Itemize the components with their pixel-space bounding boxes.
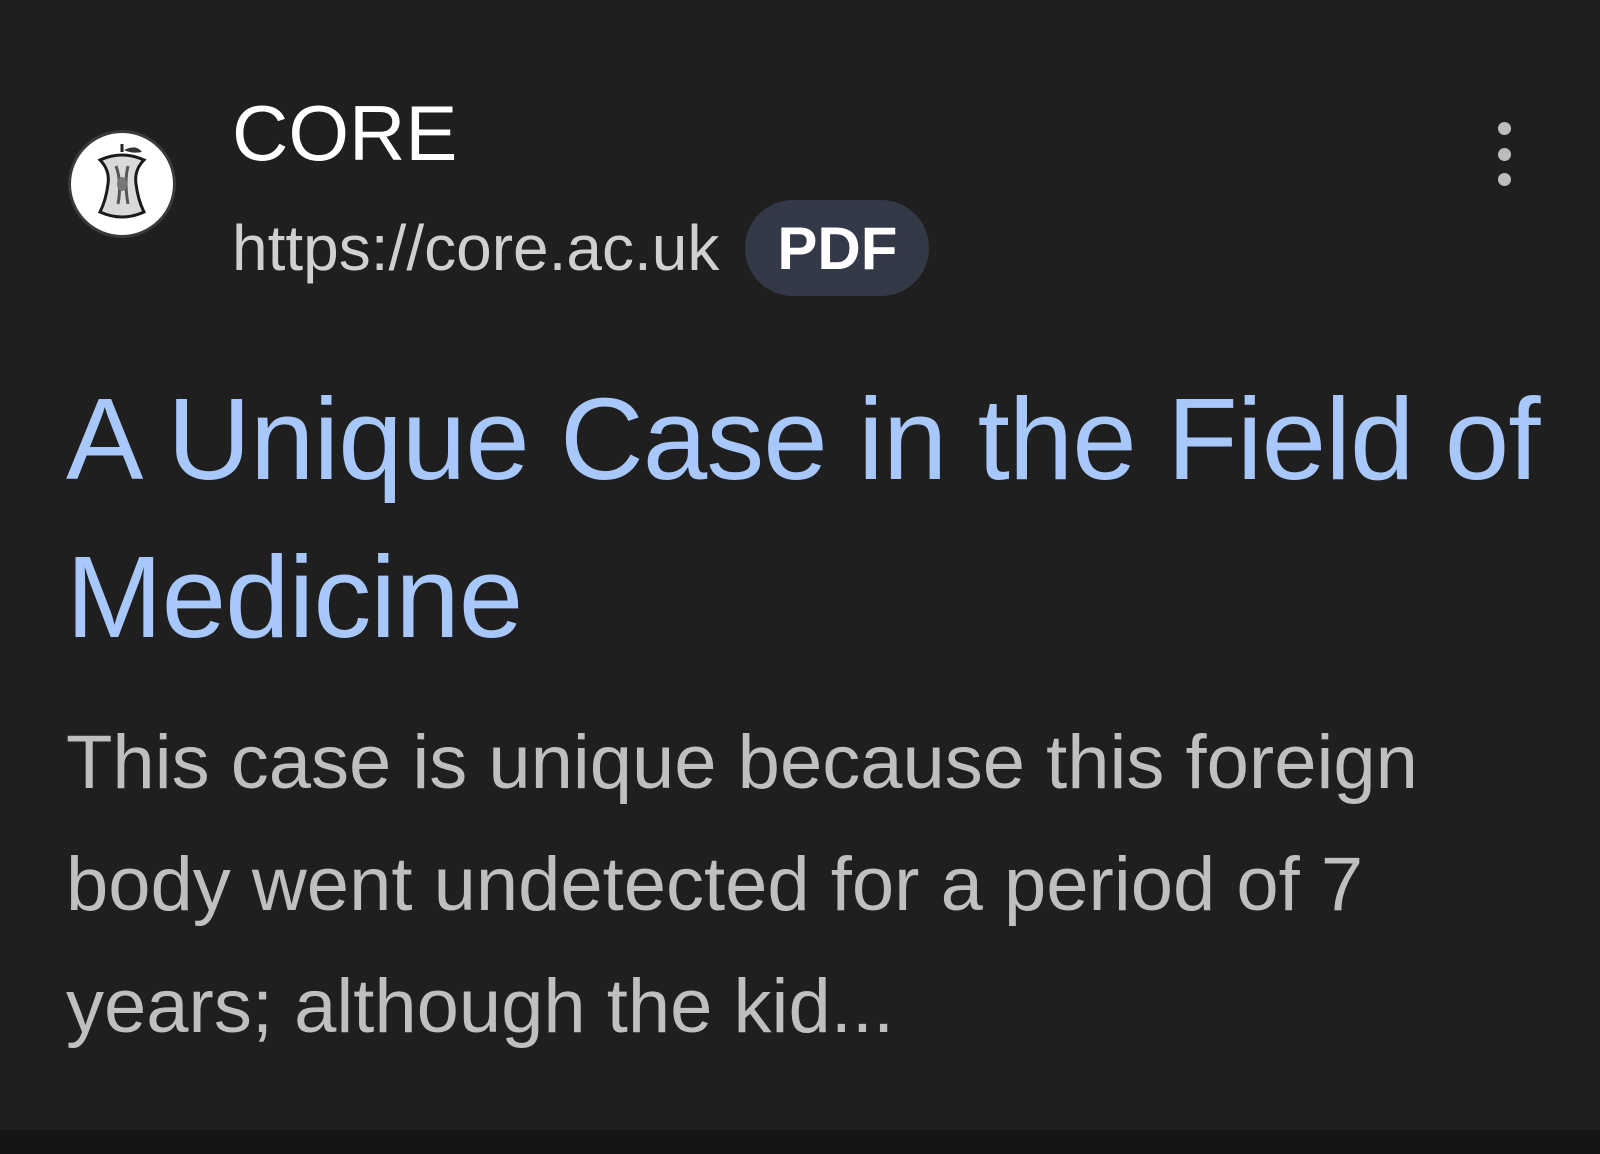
search-result-card: CORE https://core.ac.uk PDF A Unique Cas…	[0, 0, 1600, 1130]
result-divider	[0, 1130, 1600, 1154]
url-row: https://core.ac.uk PDF	[232, 200, 930, 296]
result-title-link[interactable]: A Unique Case in the Field of Medicine	[66, 360, 1566, 676]
result-url[interactable]: https://core.ac.uk	[232, 211, 719, 285]
result-snippet: This case is unique because this foreign…	[66, 720, 1418, 1049]
menu-dot	[1497, 122, 1511, 135]
menu-dot	[1497, 173, 1511, 186]
more-vert-icon[interactable]	[1486, 122, 1522, 186]
apple-core-icon	[97, 144, 147, 219]
core-logo-icon[interactable]	[68, 130, 176, 238]
pdf-badge: PDF	[745, 200, 930, 296]
menu-dot	[1497, 147, 1511, 161]
site-name[interactable]: CORE	[232, 88, 457, 178]
